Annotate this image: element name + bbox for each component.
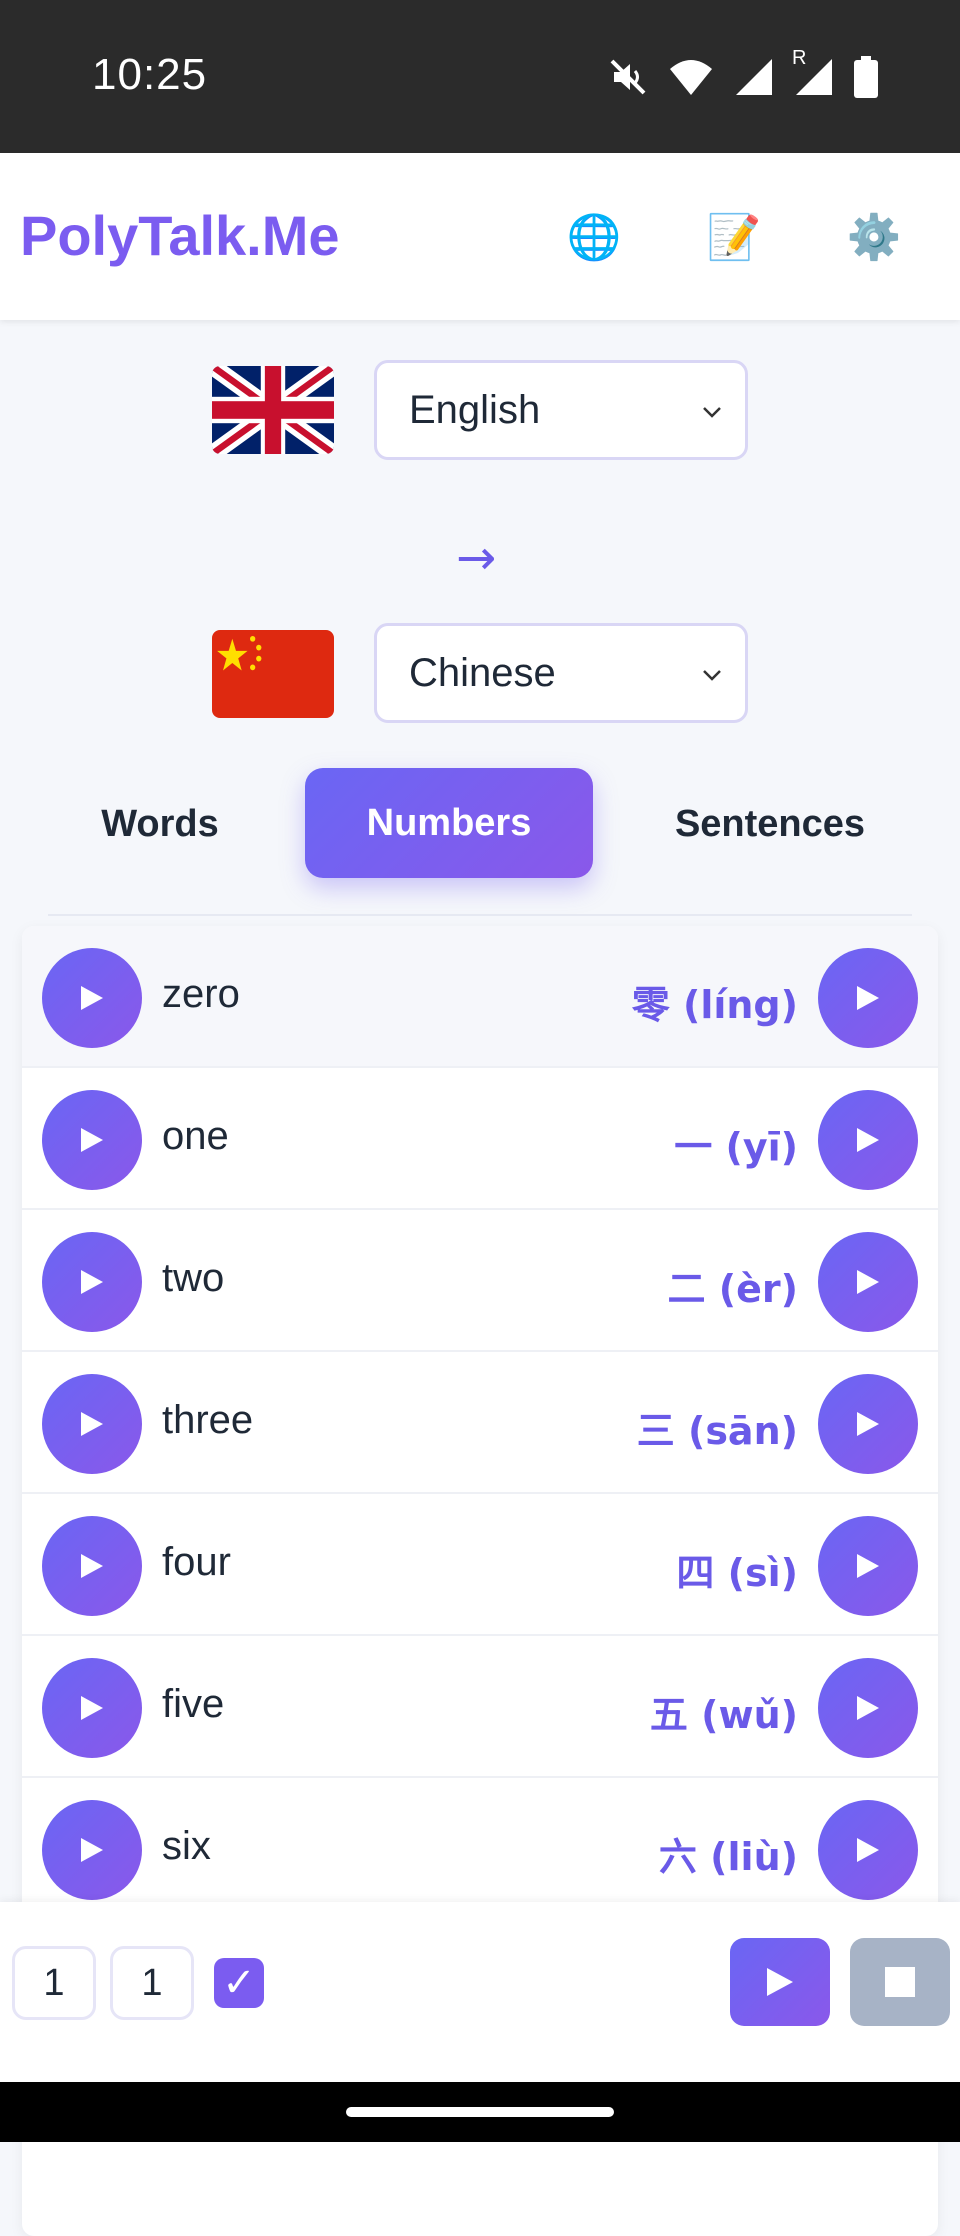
globe-icon[interactable]: 🌐 bbox=[562, 205, 626, 269]
play-translation-button[interactable] bbox=[818, 1658, 918, 1758]
play-source-button[interactable] bbox=[42, 1800, 142, 1900]
repeat-count-input[interactable]: 1 bbox=[12, 1946, 96, 2020]
source-word: zero bbox=[162, 972, 240, 1016]
chevron-down-icon bbox=[703, 407, 721, 418]
brand-logo[interactable]: PolyTalk.Me bbox=[20, 203, 340, 268]
mute-icon bbox=[608, 57, 648, 97]
play-icon bbox=[81, 1838, 103, 1862]
play-source-button[interactable] bbox=[42, 948, 142, 1048]
play-translation-button[interactable] bbox=[818, 1516, 918, 1616]
play-source-button[interactable] bbox=[42, 1658, 142, 1758]
translation: 三 (sān) bbox=[636, 1409, 798, 1453]
list-item: two 二 (èr) bbox=[22, 1210, 938, 1352]
source-word: two bbox=[162, 1256, 225, 1300]
source-word: five bbox=[162, 1682, 225, 1726]
play-translation-button[interactable] bbox=[818, 1232, 918, 1332]
play-icon bbox=[767, 1968, 793, 1996]
play-icon bbox=[857, 1554, 879, 1578]
china-flag bbox=[212, 630, 334, 718]
uk-flag bbox=[212, 366, 334, 454]
wifi-icon bbox=[668, 57, 714, 97]
direction-arrow-icon: → bbox=[456, 530, 497, 586]
tab-sentences[interactable]: Sentences bbox=[640, 768, 900, 880]
play-icon bbox=[857, 986, 879, 1010]
play-icon bbox=[81, 1554, 103, 1578]
play-all-button[interactable] bbox=[730, 1938, 830, 2026]
list-item: one 一 (yī) bbox=[22, 1068, 938, 1210]
target-language-select[interactable]: Chinese bbox=[374, 623, 748, 723]
memo-icon[interactable]: 📝 bbox=[702, 205, 766, 269]
stop-button[interactable] bbox=[850, 1938, 950, 2026]
play-icon bbox=[81, 986, 103, 1010]
status-bar: 10:25 R bbox=[0, 0, 960, 153]
source-word: six bbox=[162, 1824, 211, 1868]
play-icon bbox=[81, 1128, 103, 1152]
source-word: three bbox=[162, 1398, 254, 1442]
translation: 五 (wǔ) bbox=[649, 1693, 798, 1737]
system-nav-bar bbox=[0, 2082, 960, 2142]
list-item: four 四 (sì) bbox=[22, 1494, 938, 1636]
tab-numbers[interactable]: Numbers bbox=[305, 768, 593, 878]
source-language-value: English bbox=[409, 387, 541, 432]
chevron-down-icon bbox=[703, 670, 721, 681]
list-item: six 六 (liù) bbox=[22, 1778, 938, 1920]
pause-count-input[interactable]: 1 bbox=[110, 1946, 194, 2020]
translation: 零 (líng) bbox=[631, 983, 798, 1027]
tab-divider bbox=[48, 914, 912, 916]
status-time: 10:25 bbox=[92, 50, 208, 99]
roaming-label: R bbox=[792, 47, 807, 69]
play-translation-button[interactable] bbox=[818, 1374, 918, 1474]
target-language-value: Chinese bbox=[409, 650, 556, 695]
source-language-select[interactable]: English bbox=[374, 360, 748, 460]
play-source-button[interactable] bbox=[42, 1090, 142, 1190]
battery-icon bbox=[854, 56, 878, 98]
play-source-button[interactable] bbox=[42, 1374, 142, 1474]
translation: 六 (liù) bbox=[658, 1835, 798, 1879]
source-word: four bbox=[162, 1540, 231, 1584]
auto-play-checkbox[interactable]: ✓ bbox=[214, 1958, 264, 2008]
app-header: PolyTalk.Me 🌐 📝 ⚙️ bbox=[0, 153, 960, 320]
list-item: zero 零 (líng) bbox=[22, 926, 938, 1068]
settings-gear-icon[interactable]: ⚙️ bbox=[842, 205, 906, 269]
play-translation-button[interactable] bbox=[818, 948, 918, 1048]
translation: 四 (sì) bbox=[676, 1551, 798, 1595]
translation: 一 (yī) bbox=[674, 1125, 798, 1169]
play-source-button[interactable] bbox=[42, 1516, 142, 1616]
playback-controls: 1 1 ✓ bbox=[0, 1902, 960, 2082]
play-icon bbox=[81, 1270, 103, 1294]
source-word: one bbox=[162, 1114, 229, 1158]
play-icon bbox=[857, 1270, 879, 1294]
play-icon bbox=[81, 1696, 103, 1720]
play-translation-button[interactable] bbox=[818, 1800, 918, 1900]
play-source-button[interactable] bbox=[42, 1232, 142, 1332]
play-icon bbox=[857, 1412, 879, 1436]
list-item: three 三 (sān) bbox=[22, 1352, 938, 1494]
play-icon bbox=[81, 1412, 103, 1436]
tab-words[interactable]: Words bbox=[40, 768, 280, 880]
roaming-signal-icon: R bbox=[792, 47, 834, 97]
play-icon bbox=[857, 1838, 879, 1862]
home-gesture-handle[interactable] bbox=[346, 2107, 614, 2117]
play-translation-button[interactable] bbox=[818, 1090, 918, 1190]
cell-signal-icon bbox=[734, 57, 774, 97]
list-item: five 五 (wǔ) bbox=[22, 1636, 938, 1778]
play-icon bbox=[857, 1696, 879, 1720]
play-icon bbox=[857, 1128, 879, 1152]
stop-icon bbox=[885, 1967, 915, 1997]
translation: 二 (èr) bbox=[667, 1267, 798, 1311]
